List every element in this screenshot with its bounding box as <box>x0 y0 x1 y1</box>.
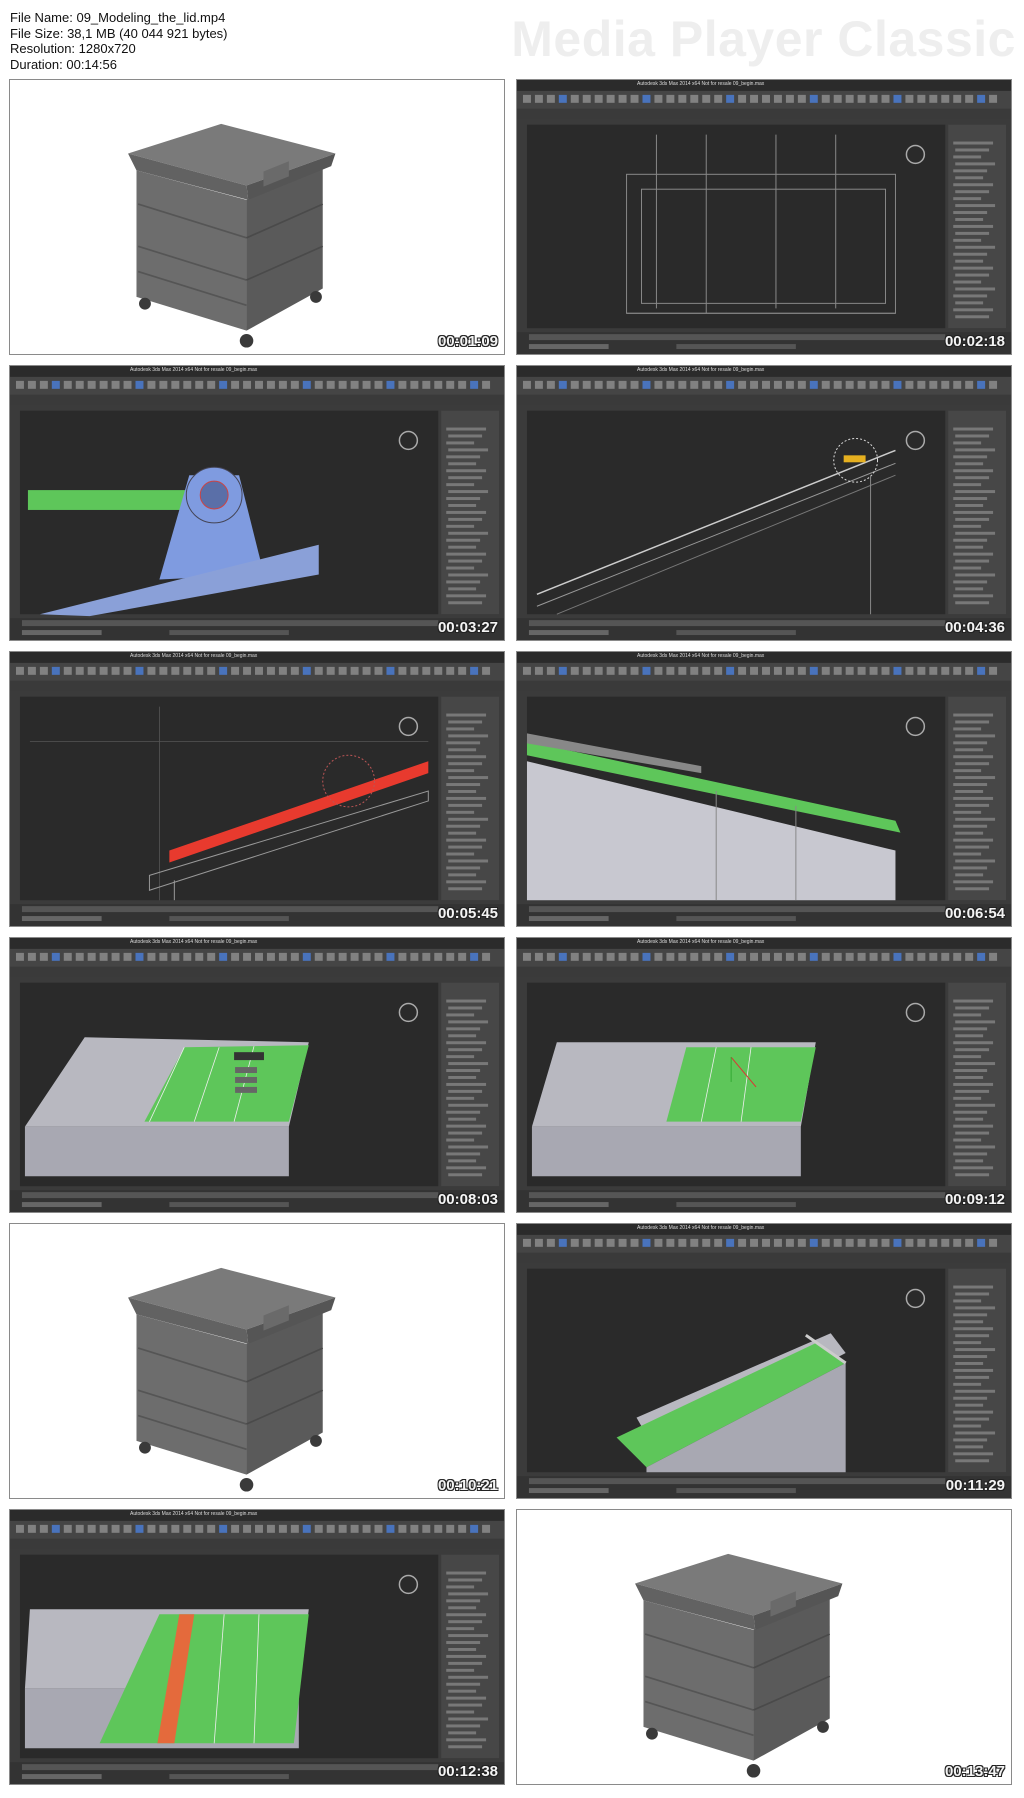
video-thumbnail[interactable]: Autodesk 3ds Max 2014 x64 Not for resale… <box>9 937 505 1213</box>
video-thumbnail[interactable]: 00:13:47 <box>516 1509 1012 1785</box>
video-thumbnail[interactable]: Autodesk 3ds Max 2014 x64 Not for resale… <box>9 651 505 927</box>
video-thumbnail[interactable]: Autodesk 3ds Max 2014 x64 Not for resale… <box>9 1509 505 1785</box>
video-thumbnail[interactable]: Autodesk 3ds Max 2014 x64 Not for resale… <box>516 365 1012 641</box>
timestamp: 00:10:21 <box>437 1477 498 1494</box>
thumbnail-frame <box>10 1510 504 1784</box>
timestamp: 00:12:38 <box>437 1763 498 1780</box>
app-title-bar: Autodesk 3ds Max 2014 x64 Not for resale… <box>637 653 765 659</box>
app-title-bar: Autodesk 3ds Max 2014 x64 Not for resale… <box>637 81 765 87</box>
thumbnail-frame <box>10 80 504 354</box>
timestamp: 00:01:09 <box>437 333 498 350</box>
app-title-bar: Autodesk 3ds Max 2014 x64 Not for resale… <box>130 1511 258 1517</box>
thumbnail-frame <box>10 1224 504 1498</box>
file-info-header: File Name: 09_Modeling_the_lid.mp4 File … <box>0 0 1024 78</box>
video-thumbnail[interactable]: 00:10:21 <box>9 1223 505 1499</box>
thumbnail-frame <box>10 366 504 640</box>
file-name: File Name: 09_Modeling_the_lid.mp4 <box>10 10 226 25</box>
timestamp: 00:09:12 <box>944 1191 1005 1208</box>
thumbnail-frame <box>517 366 1011 640</box>
timestamp: 00:11:29 <box>945 1477 1005 1494</box>
thumbnail-frame <box>517 1224 1011 1498</box>
duration: Duration: 00:14:56 <box>10 56 117 72</box>
resolution: Resolution: 1280x720 <box>10 41 136 56</box>
app-title-bar: Autodesk 3ds Max 2014 x64 Not for resale… <box>637 367 765 373</box>
timestamp: 00:04:36 <box>944 619 1005 636</box>
app-title-bar: Autodesk 3ds Max 2014 x64 Not for resale… <box>130 939 258 945</box>
video-thumbnail[interactable]: Autodesk 3ds Max 2014 x64 Not for resale… <box>516 651 1012 927</box>
timestamp: 00:05:45 <box>437 905 498 922</box>
video-thumbnail[interactable]: Autodesk 3ds Max 2014 x64 Not for resale… <box>516 1223 1012 1499</box>
timestamp: 00:06:54 <box>944 905 1005 922</box>
thumbnail-frame <box>517 80 1011 354</box>
file-metadata: File Name: 09_Modeling_the_lid.mp4 File … <box>10 10 228 72</box>
app-title-bar: Autodesk 3ds Max 2014 x64 Not for resale… <box>637 939 765 945</box>
video-thumbnail[interactable]: 00:01:09 <box>9 79 505 355</box>
thumbnail-frame <box>517 938 1011 1212</box>
app-title-bar: Autodesk 3ds Max 2014 x64 Not for resale… <box>130 367 258 373</box>
thumbnail-frame <box>10 938 504 1212</box>
thumbnail-frame <box>517 652 1011 926</box>
timestamp: 00:13:47 <box>944 1763 1005 1780</box>
timestamp: 00:03:27 <box>437 619 498 636</box>
app-title-bar: Autodesk 3ds Max 2014 x64 Not for resale… <box>637 1225 765 1231</box>
video-thumbnail[interactable]: Autodesk 3ds Max 2014 x64 Not for resale… <box>516 79 1012 355</box>
timestamp: 00:02:18 <box>944 333 1005 350</box>
thumbnail-frame <box>517 1510 1011 1784</box>
video-thumbnail[interactable]: Autodesk 3ds Max 2014 x64 Not for resale… <box>9 365 505 641</box>
app-title-bar: Autodesk 3ds Max 2014 x64 Not for resale… <box>130 653 258 659</box>
file-size: File Size: 38,1 MB (40 044 921 bytes) <box>10 25 228 41</box>
video-thumbnail[interactable]: Autodesk 3ds Max 2014 x64 Not for resale… <box>516 937 1012 1213</box>
timestamp: 00:08:03 <box>437 1191 498 1208</box>
player-brand-logo: Media Player Classic <box>511 11 1016 67</box>
thumbnail-frame <box>10 652 504 926</box>
